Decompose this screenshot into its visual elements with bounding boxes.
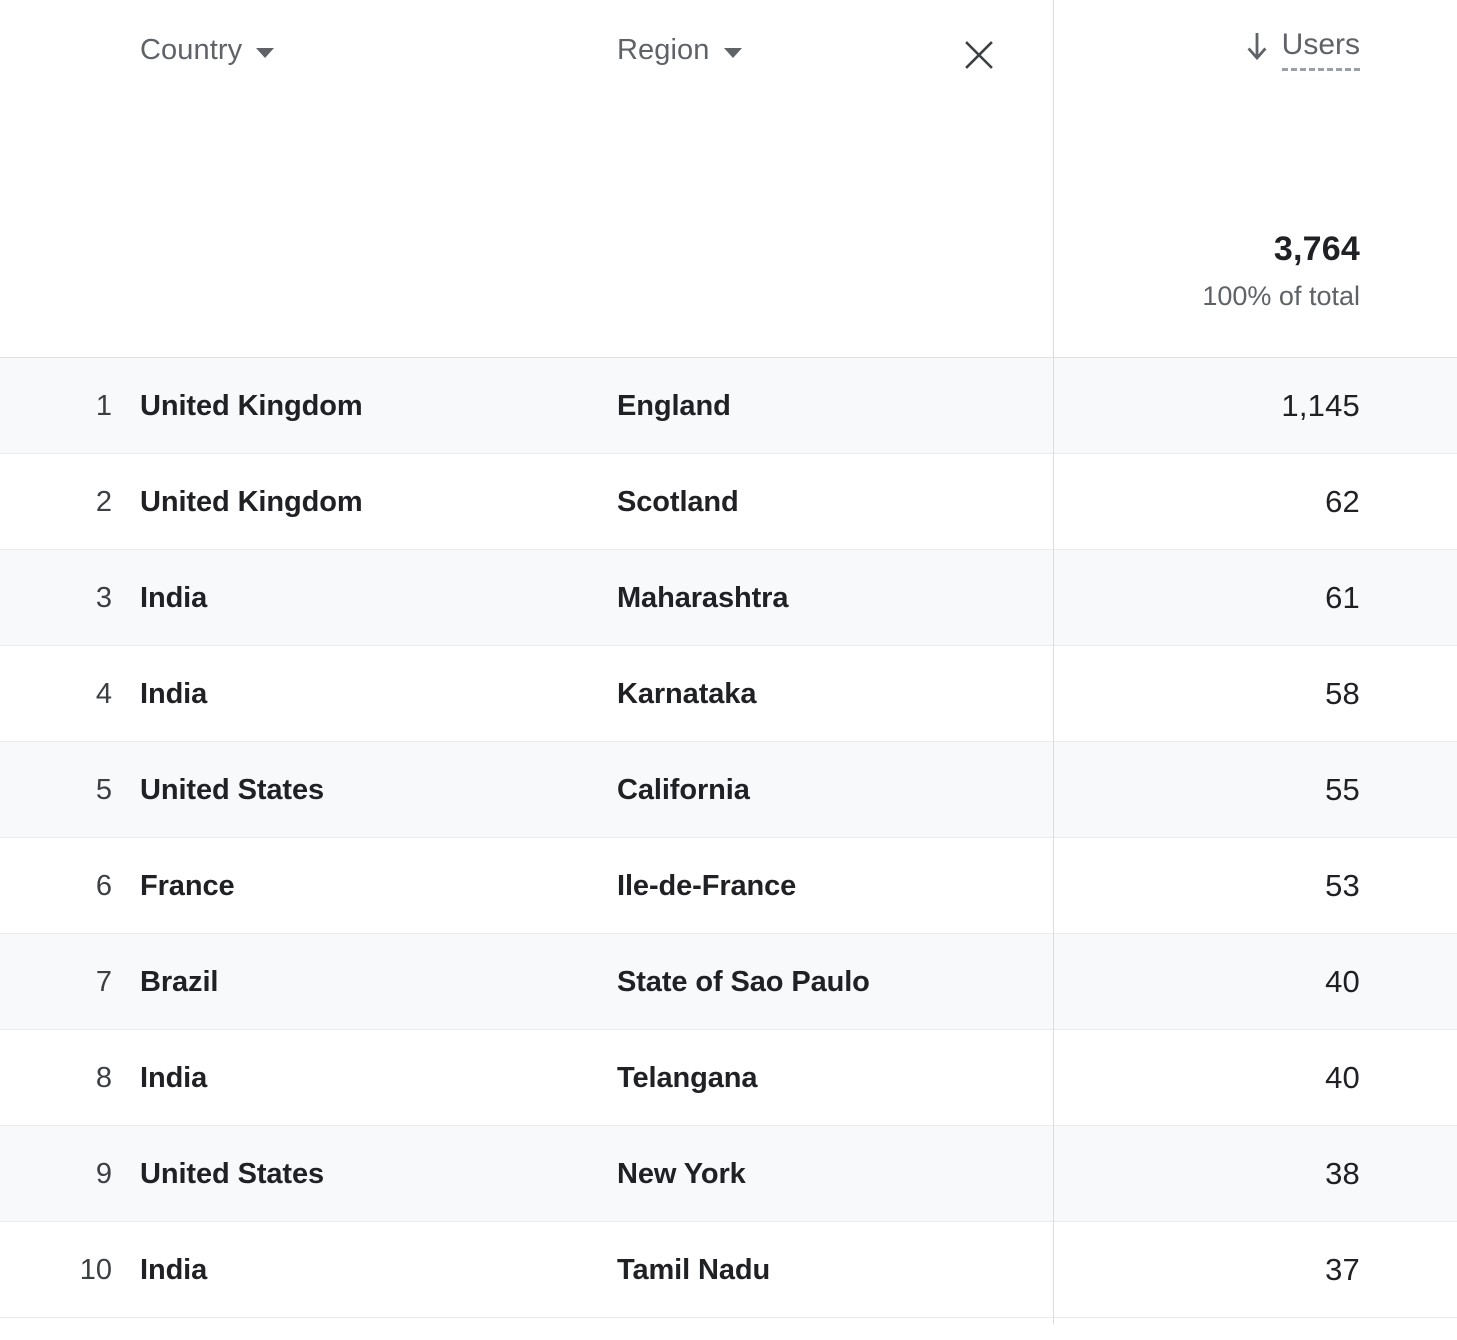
metric-dashed-underline xyxy=(1281,68,1360,71)
table-row[interactable]: 2 United Kingdom Scotland 62 xyxy=(0,454,1457,550)
row-rank: 9 xyxy=(95,1157,112,1190)
row-rank: 4 xyxy=(95,677,112,710)
row-country[interactable]: India xyxy=(140,1030,600,1126)
table-body: 1 United Kingdom England 1,145 2 United Kingd… xyxy=(0,358,1457,1318)
row-rank: 10 xyxy=(79,1253,112,1286)
row-country[interactable]: Brazil xyxy=(140,934,600,1030)
column-header-country[interactable]: Country xyxy=(140,34,275,67)
row-region[interactable]: Karnataka xyxy=(617,646,1037,742)
row-rank: 3 xyxy=(95,581,112,614)
column-header-region[interactable]: Region xyxy=(617,34,742,67)
row-region[interactable]: Scotland xyxy=(617,454,1037,550)
close-icon[interactable] xyxy=(960,36,998,74)
row-region[interactable]: State of Sao Paulo xyxy=(617,934,1037,1030)
row-country[interactable]: India xyxy=(140,550,600,646)
column-header-users-label[interactable]: Users xyxy=(1282,28,1360,62)
table-row[interactable]: 6 France Ile-de-France 53 xyxy=(0,838,1457,934)
row-region[interactable]: Ile-de-France xyxy=(617,838,1037,934)
row-users-value: 55 xyxy=(1325,772,1360,807)
row-country[interactable]: United States xyxy=(140,742,600,838)
table-row[interactable]: 3 India Maharashtra 61 xyxy=(0,550,1457,646)
row-users-value: 62 xyxy=(1325,484,1360,519)
table-header: Country Region Users 3,764 100% of total xyxy=(0,0,1457,358)
row-users-value: 58 xyxy=(1325,676,1360,711)
chevron-down-icon[interactable] xyxy=(256,47,275,58)
column-headers-row: Country Region Users xyxy=(0,0,1457,110)
row-region[interactable]: Tamil Nadu xyxy=(617,1222,1037,1318)
column-group-divider xyxy=(1053,0,1054,1324)
row-rank: 6 xyxy=(95,869,112,902)
totals-subtitle: 100% of total xyxy=(1202,281,1360,311)
table-row[interactable]: 9 United States New York 38 xyxy=(0,1126,1457,1222)
row-rank: 7 xyxy=(95,965,112,998)
row-country[interactable]: United Kingdom xyxy=(140,454,600,550)
row-rank: 2 xyxy=(95,485,112,518)
row-rank: 1 xyxy=(95,389,112,422)
row-users-value: 40 xyxy=(1325,964,1360,999)
row-users-value: 1,145 xyxy=(1281,388,1360,423)
row-region[interactable]: New York xyxy=(617,1126,1037,1222)
row-rank: 8 xyxy=(95,1061,112,1094)
table-row[interactable]: 8 India Telangana 40 xyxy=(0,1030,1457,1126)
row-users-value: 38 xyxy=(1325,1156,1360,1191)
row-country[interactable]: India xyxy=(140,646,600,742)
chevron-down-icon[interactable] xyxy=(723,47,742,58)
users-metric-label-wrap: Users xyxy=(1281,28,1360,71)
row-country[interactable]: France xyxy=(140,838,600,934)
table-row[interactable]: 7 Brazil State of Sao Paulo 40 xyxy=(0,934,1457,1030)
country-region-users-table: Country Region Users 3,764 100% of total… xyxy=(0,0,1457,1340)
column-header-region-label: Region xyxy=(617,34,710,66)
row-region[interactable]: California xyxy=(617,742,1037,838)
row-rank: 5 xyxy=(95,773,112,806)
column-header-country-label: Country xyxy=(140,34,243,66)
table-row[interactable]: 1 United Kingdom England 1,145 xyxy=(0,358,1457,454)
totals-value: 3,764 xyxy=(1273,230,1360,268)
row-region[interactable]: England xyxy=(617,358,1037,454)
row-users-value: 37 xyxy=(1325,1252,1360,1287)
row-country[interactable]: India xyxy=(140,1222,600,1318)
row-region[interactable]: Maharashtra xyxy=(617,550,1037,646)
column-header-users[interactable]: Users xyxy=(1244,28,1360,71)
totals-block: 3,764 100% of total xyxy=(1202,228,1360,312)
table-row[interactable]: 5 United States California 55 xyxy=(0,742,1457,838)
table-row[interactable]: 4 India Karnataka 58 xyxy=(0,646,1457,742)
row-users-value: 40 xyxy=(1325,1060,1360,1095)
arrow-down-icon[interactable] xyxy=(1244,31,1270,61)
row-users-value: 53 xyxy=(1325,868,1360,903)
row-country[interactable]: United States xyxy=(140,1126,600,1222)
row-users-value: 61 xyxy=(1325,580,1360,615)
row-country[interactable]: United Kingdom xyxy=(140,358,600,454)
row-region[interactable]: Telangana xyxy=(617,1030,1037,1126)
table-row[interactable]: 10 India Tamil Nadu 37 xyxy=(0,1222,1457,1318)
